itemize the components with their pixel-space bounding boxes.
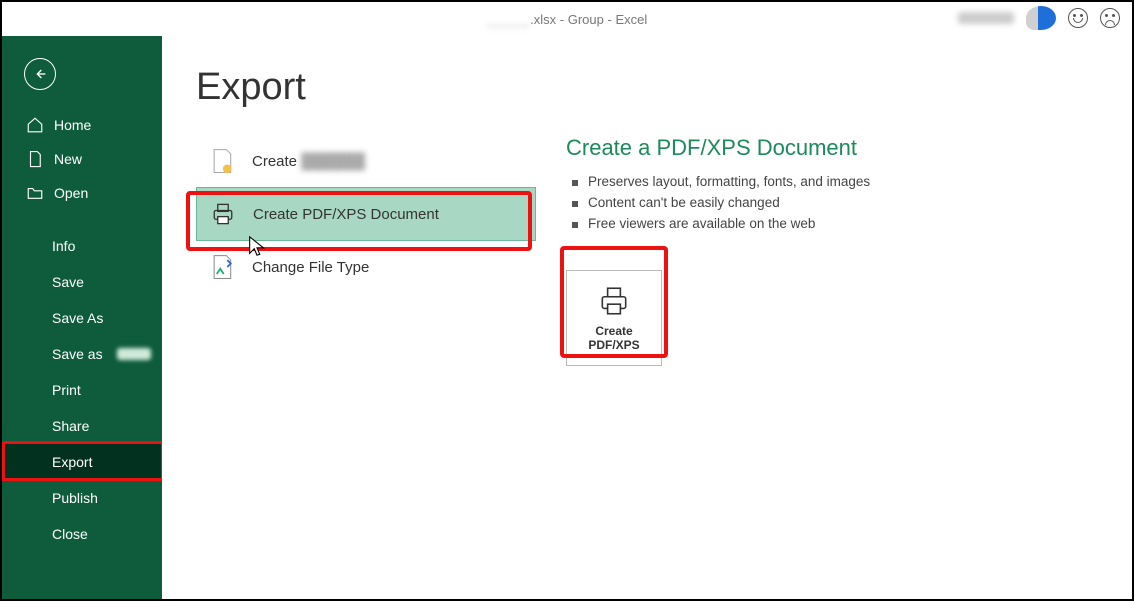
title-bar: ______.xlsx - Group - Excel xyxy=(2,2,1132,36)
sidebar-label: Open xyxy=(54,185,88,201)
export-detail: Create a PDF/XPS Document Preserves layo… xyxy=(566,135,1108,366)
title-app: Excel xyxy=(615,12,647,27)
blurred-text: ██████ xyxy=(301,153,365,170)
printer-icon xyxy=(597,284,631,318)
sidebar-label: Save as xyxy=(52,346,103,362)
home-icon xyxy=(26,116,44,134)
sidebar-item-export[interactable]: Export xyxy=(2,444,162,480)
create-pdf-xps-button[interactable]: CreatePDF/XPS xyxy=(566,270,662,366)
arrow-left-icon xyxy=(32,66,48,82)
sidebar-label: Publish xyxy=(52,490,98,506)
sidebar-item-save[interactable]: Save xyxy=(2,264,162,300)
bullet-item: Content can't be easily changed xyxy=(572,192,1108,213)
detail-title: Create a PDF/XPS Document xyxy=(566,135,1108,161)
export-opt-create-hidden[interactable]: Create ██████ xyxy=(196,135,536,187)
sidebar-label: Info xyxy=(52,238,75,254)
change-file-icon xyxy=(208,253,236,281)
doc-ext: .xlsx xyxy=(530,12,556,27)
sidebar-item-open[interactable]: Open xyxy=(2,176,162,210)
opt-label: Change File Type xyxy=(252,259,369,276)
sidebar-item-close[interactable]: Close xyxy=(2,516,162,552)
sidebar-item-home[interactable]: Home xyxy=(2,108,162,142)
back-button[interactable] xyxy=(24,58,56,90)
sidebar-label: Close xyxy=(52,526,88,542)
sidebar-label: Home xyxy=(54,117,91,133)
folder-open-icon xyxy=(26,184,44,202)
opt-label: Create xyxy=(252,153,297,170)
export-opt-create-pdf[interactable]: Create PDF/XPS Document xyxy=(196,187,536,241)
export-opt-change-type[interactable]: Change File Type xyxy=(196,241,536,293)
bullet-item: Free viewers are available on the web xyxy=(572,213,1108,234)
feedback-sad-icon[interactable] xyxy=(1100,8,1120,28)
sidebar-label: Share xyxy=(52,418,89,434)
main-panel: Export Create ██████ Create PDF/XPS Docu… xyxy=(162,36,1132,599)
detail-bullets: Preserves layout, formatting, fonts, and… xyxy=(566,171,1108,234)
new-doc-icon xyxy=(26,150,44,168)
blurred-text xyxy=(117,348,151,360)
sidebar-label: New xyxy=(54,151,82,167)
title-group: Group xyxy=(568,12,604,27)
feedback-happy-icon[interactable] xyxy=(1068,8,1088,28)
sidebar-item-save-as[interactable]: Save As xyxy=(2,300,162,336)
user-avatar[interactable] xyxy=(1026,6,1056,30)
sidebar-label: Export xyxy=(52,454,92,470)
doc-name-hidden: ______ xyxy=(487,12,530,27)
sidebar-label: Save As xyxy=(52,310,103,326)
sidebar-label: Print xyxy=(52,382,81,398)
document-icon xyxy=(208,147,236,175)
sidebar-item-share[interactable]: Share xyxy=(2,408,162,444)
backstage-sidebar: Home New Open Info Save Save As Save as … xyxy=(2,36,162,599)
button-label: CreatePDF/XPS xyxy=(588,324,639,353)
bullet-item: Preserves layout, formatting, fonts, and… xyxy=(572,171,1108,192)
sidebar-item-info[interactable]: Info xyxy=(2,228,162,264)
export-options-list: Create ██████ Create PDF/XPS Document Ch… xyxy=(196,135,536,366)
sidebar-item-save-as-2[interactable]: Save as xyxy=(2,336,162,372)
opt-label: Create PDF/XPS Document xyxy=(253,206,439,223)
printer-icon xyxy=(209,200,237,228)
sidebar-item-publish[interactable]: Publish xyxy=(2,480,162,516)
sidebar-label: Save xyxy=(52,274,84,290)
sidebar-item-print[interactable]: Print xyxy=(2,372,162,408)
page-title: Export xyxy=(196,66,1108,109)
username-hidden xyxy=(958,12,1014,24)
sidebar-item-new[interactable]: New xyxy=(2,142,162,176)
